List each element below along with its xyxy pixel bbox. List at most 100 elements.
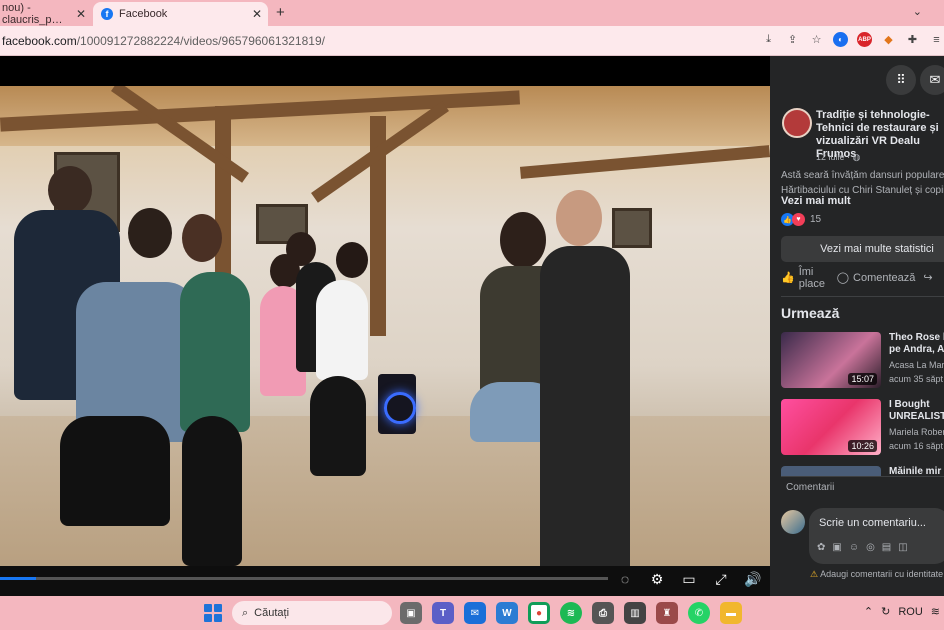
- comment-button[interactable]: ◯ Comentează: [837, 266, 916, 290]
- video-thumbnail[interactable]: [781, 466, 881, 476]
- miniplayer-icon[interactable]: ▭: [680, 570, 698, 588]
- apps-grid-icon[interactable]: ⠿: [886, 65, 916, 95]
- post-date[interactable]: 12 iulie · ◍: [816, 152, 860, 163]
- search-icon: ⌕: [242, 606, 249, 619]
- video-thumbnail[interactable]: 10:26: [781, 399, 881, 455]
- browser-tab-strip: nou) - claucris_p… ✕ f Facebook ✕ + ⌄: [0, 0, 944, 26]
- up-next-video[interactable]: 15:07 Theo Rose l pe Andra, A Acasa La M…: [781, 332, 944, 390]
- url-path: /100091272882224/videos/965796061321819/: [76, 34, 325, 48]
- video-age: acum 16 săpt: [889, 441, 944, 451]
- video-title[interactable]: Măinile mir: [889, 466, 944, 476]
- word-icon[interactable]: W: [496, 602, 518, 624]
- address-bar: facebook.com/100091272882224/videos/9657…: [0, 26, 944, 56]
- video-duration: 15:07: [848, 373, 877, 385]
- extension-blue-icon[interactable]: ◐: [833, 32, 848, 47]
- facebook-icon: f: [101, 8, 113, 20]
- share-button[interactable]: ↪: [923, 266, 932, 290]
- camera-icon[interactable]: ◎: [866, 542, 875, 553]
- dancer-head: [182, 214, 222, 262]
- gear-icon[interactable]: ⚙: [648, 570, 666, 588]
- app-icon[interactable]: ♜: [656, 602, 678, 624]
- dancer-head: [500, 212, 546, 268]
- share-icon[interactable]: ⇪: [785, 32, 800, 47]
- progress-bar[interactable]: [0, 577, 608, 580]
- sync-icon[interactable]: ↻: [881, 605, 890, 618]
- video-age: acum 35 săpt: [889, 374, 944, 384]
- dancer-figure: [310, 376, 366, 476]
- post-date-text: 12 iulie ·: [816, 152, 851, 162]
- video-channel[interactable]: Mariela Robert: [889, 427, 944, 437]
- windows-start-icon[interactable]: [204, 604, 222, 622]
- playlist-icon[interactable]: ≡: [929, 32, 944, 47]
- file-explorer-icon[interactable]: ▬: [720, 602, 742, 624]
- taskbar-search[interactable]: ⌕ Căutați: [232, 601, 392, 625]
- close-icon[interactable]: ✕: [252, 7, 262, 21]
- warning-icon: ⚠: [810, 569, 819, 579]
- dancer-head: [286, 232, 316, 266]
- printer-icon[interactable]: ⎙: [592, 602, 614, 624]
- messenger-icon[interactable]: ✉: [920, 65, 944, 95]
- sticker-face-icon[interactable]: ◫: [898, 542, 907, 553]
- tab-label: Facebook: [119, 8, 168, 20]
- like-label: Îmi place: [798, 266, 825, 290]
- share-arrow-icon: ↪: [923, 272, 933, 284]
- volume-icon[interactable]: 🔊: [744, 570, 762, 588]
- reactions-summary[interactable]: 👍 ♥ 15: [781, 213, 821, 226]
- avatar[interactable]: [782, 108, 812, 138]
- new-tab-button[interactable]: +: [276, 4, 285, 21]
- puzzle-icon[interactable]: ✚: [905, 32, 920, 47]
- dancer-figure: [180, 272, 250, 432]
- video-thumbnail[interactable]: 15:07: [781, 332, 881, 388]
- whatsapp-icon[interactable]: ✆: [688, 602, 710, 624]
- avatar: [781, 510, 805, 534]
- comment-box[interactable]: ✿ ▣ ☺ ◎ ▤ ◫: [809, 508, 944, 564]
- adblock-icon[interactable]: ABP: [857, 32, 872, 47]
- close-icon[interactable]: ✕: [76, 7, 86, 21]
- see-more-stats-button[interactable]: Vezi mai multe statistici: [781, 236, 944, 262]
- url-field[interactable]: facebook.com/100091272882224/videos/9657…: [2, 34, 325, 48]
- bookmark-star-icon[interactable]: ☆: [809, 32, 824, 47]
- spotify-icon[interactable]: ≋: [560, 602, 582, 624]
- speaker-box: [378, 374, 416, 434]
- tab-instagram[interactable]: nou) - claucris_p… ✕: [0, 2, 92, 26]
- tab-facebook[interactable]: f Facebook ✕: [93, 2, 268, 26]
- up-next-video[interactable]: 10:26 I Bought UNREALIST Mariela Robert …: [781, 399, 944, 457]
- post-text: Astă seară învățăm dansuri populare Hărt…: [781, 170, 944, 196]
- chevron-down-icon[interactable]: ⌄: [913, 5, 922, 18]
- divider: [781, 476, 944, 477]
- metamask-icon[interactable]: ◆: [881, 32, 896, 47]
- printer-app-icon[interactable]: ▥: [624, 602, 646, 624]
- video-title[interactable]: I Bought UNREALIST: [889, 399, 944, 423]
- task-view-icon[interactable]: ▣: [400, 602, 422, 624]
- dancer-figure: [182, 416, 242, 566]
- emoji-icon[interactable]: ☺: [849, 542, 859, 553]
- fullscreen-icon[interactable]: ⤢: [712, 570, 730, 588]
- video-frame[interactable]: [0, 86, 770, 594]
- love-reaction-icon: ♥: [792, 213, 805, 226]
- teams-icon[interactable]: T: [432, 602, 454, 624]
- avatar-sticker-icon[interactable]: ✿: [817, 542, 825, 553]
- url-host: facebook.com: [2, 34, 77, 48]
- warning-text: Adaugi comentarii cu identitate: [820, 569, 944, 579]
- search-label: Căutați: [254, 607, 290, 619]
- comment-input[interactable]: [819, 517, 944, 529]
- gif-icon[interactable]: ▤: [882, 542, 891, 553]
- like-button[interactable]: 👍 Îmi place: [781, 266, 829, 290]
- divider: [781, 296, 944, 297]
- see-more-link[interactable]: Vezi mai mult: [781, 195, 851, 207]
- up-next-video[interactable]: Măinile mir: [781, 466, 944, 476]
- download-icon[interactable]: ⤓: [761, 32, 776, 47]
- chrome-icon[interactable]: ●: [528, 602, 550, 624]
- video-player[interactable]: ◌ ⚙ ▭ ⤢ 🔊: [0, 56, 770, 596]
- globe-icon: ◍: [852, 152, 861, 162]
- mail-icon[interactable]: ✉: [464, 602, 486, 624]
- chevron-up-icon[interactable]: ⌃: [864, 605, 873, 618]
- sticker-icon[interactable]: ▣: [832, 542, 841, 553]
- video-title[interactable]: Theo Rose l pe Andra, A: [889, 332, 944, 356]
- dancer-figure: [60, 416, 170, 526]
- video-channel[interactable]: Acasa La Maruț: [889, 360, 944, 370]
- reaction-count: 15: [810, 214, 822, 225]
- language-indicator[interactable]: ROU: [898, 606, 922, 618]
- wifi-icon[interactable]: ≋: [931, 605, 940, 618]
- chat-icon[interactable]: ◌: [616, 570, 634, 588]
